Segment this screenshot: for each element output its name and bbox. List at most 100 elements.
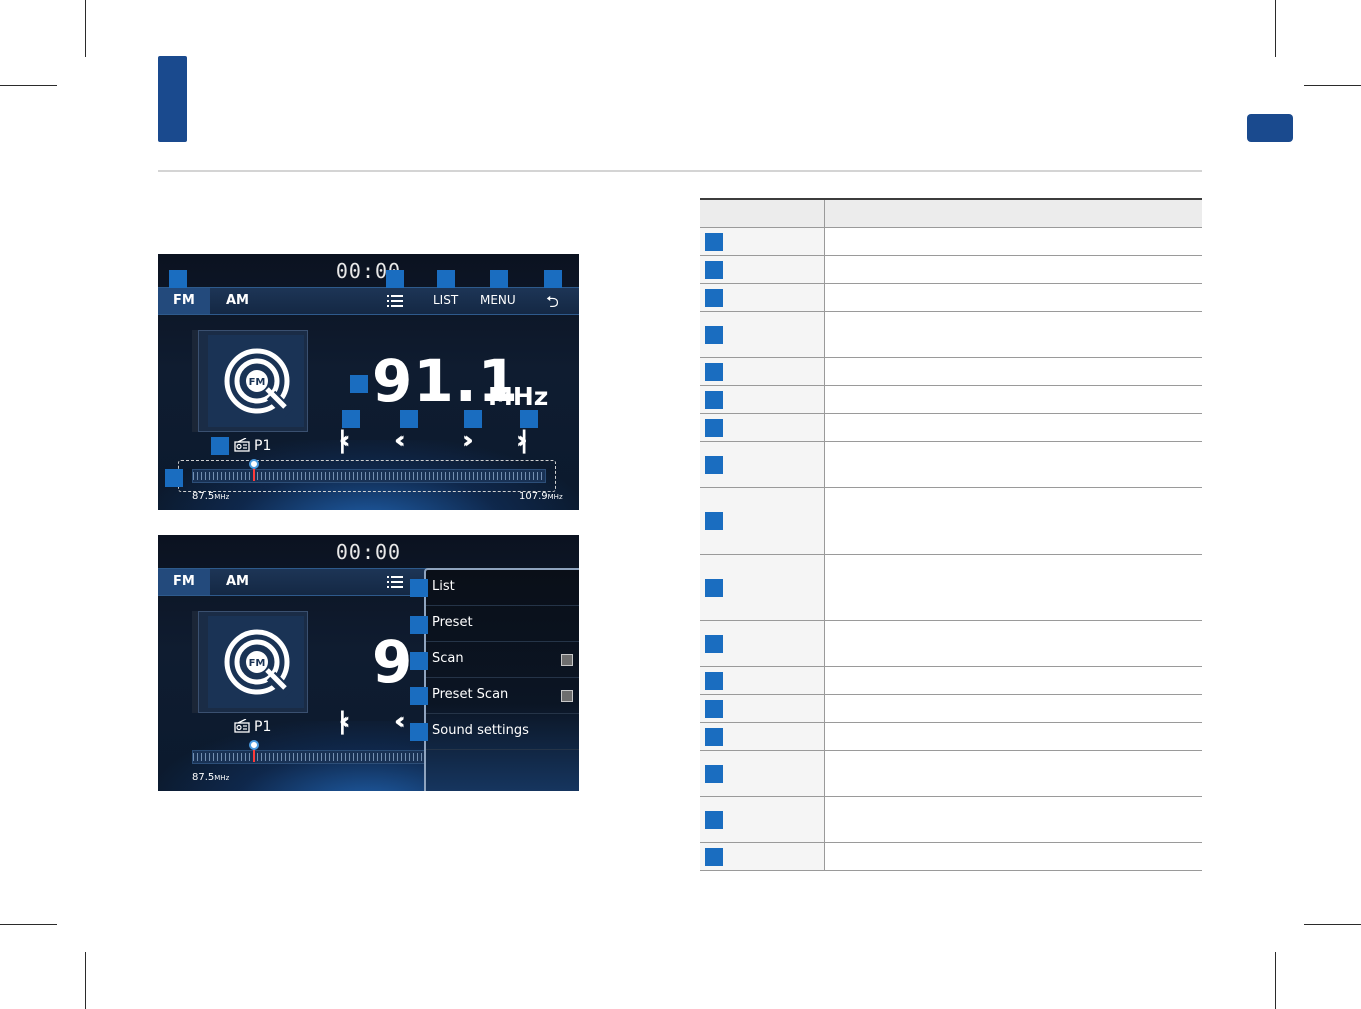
header-divider: [158, 170, 1202, 172]
fm-radio-icon: FM: [224, 629, 294, 698]
callout-marker: [705, 419, 723, 437]
callout-marker: [705, 811, 723, 829]
preset-label: P1: [254, 438, 272, 454]
fm-badge: FM: [249, 377, 266, 388]
callout-marker: [705, 261, 723, 279]
crop-mark: [1304, 924, 1361, 925]
table-row: [700, 621, 1202, 667]
menu-item-label: List: [432, 579, 455, 594]
menu-button[interactable]: MENU: [480, 293, 516, 307]
crop-mark: [0, 85, 57, 86]
callout-marker: [410, 616, 428, 634]
album-art: FM: [198, 611, 308, 713]
scan-checkbox[interactable]: [561, 654, 573, 666]
table-cell-description: [825, 442, 1202, 487]
tab-am[interactable]: AM: [226, 574, 249, 589]
tab-bar: FM AM LIST MENU ⮌: [158, 287, 579, 315]
crop-mark: [1275, 952, 1276, 1009]
skip-forward-icon[interactable]: ››|: [516, 426, 528, 454]
crop-mark: [1275, 0, 1276, 57]
table-cell-description: [825, 723, 1202, 750]
menu-item-preset-scan[interactable]: Preset Scan: [426, 678, 579, 714]
callout-marker: [464, 410, 482, 428]
radio-screen-menu: 00:00 FM AM FM P1 9 |‹‹ ‹‹ 87.5MHz List …: [158, 535, 579, 791]
clock: 00:00: [335, 540, 402, 564]
menu-item-scan[interactable]: Scan: [426, 642, 579, 678]
back-icon[interactable]: ⮌: [546, 291, 559, 318]
menu-item-label: Preset Scan: [432, 687, 509, 702]
list-icon[interactable]: [387, 575, 403, 589]
tuning-scale[interactable]: [192, 469, 546, 483]
section-marker: [158, 56, 187, 142]
menu-item-sound-settings[interactable]: Sound settings: [426, 714, 579, 750]
table-cell-description: [825, 621, 1202, 666]
table-row: [700, 695, 1202, 723]
table-row: [700, 256, 1202, 284]
callout-marker: [520, 410, 538, 428]
callout-marker: [705, 233, 723, 251]
preset-label: P1: [254, 719, 272, 735]
skip-back-icon[interactable]: |‹‹: [338, 426, 350, 454]
callout-marker: [165, 469, 183, 487]
table-row: [700, 843, 1202, 871]
table-header-divider: [824, 200, 825, 227]
seek-forward-icon[interactable]: ››: [462, 426, 473, 454]
callout-marker: [705, 700, 723, 718]
table-cell-description: [825, 797, 1202, 842]
fm-badge: FM: [249, 658, 266, 669]
menu-item-list[interactable]: List: [426, 570, 579, 606]
callout-marker: [350, 375, 368, 393]
list-button[interactable]: LIST: [433, 293, 458, 307]
callout-marker: [705, 765, 723, 783]
scale-ticks: [193, 472, 545, 480]
table-cell-description: [825, 667, 1202, 694]
tab-fm[interactable]: FM: [173, 293, 195, 308]
fm-radio-icon: FM: [224, 348, 294, 417]
callout-marker: [705, 289, 723, 307]
table-row: [700, 667, 1202, 695]
menu-item-preset[interactable]: Preset: [426, 606, 579, 642]
callout-marker: [705, 635, 723, 653]
callout-marker: [705, 326, 723, 344]
table-row: [700, 284, 1202, 312]
table-cell-description: [825, 312, 1202, 357]
table-header: [700, 200, 1202, 228]
table-cell-description: [825, 358, 1202, 385]
callout-marker: [410, 652, 428, 670]
callout-marker: [705, 672, 723, 690]
menu-item-label: Sound settings: [432, 723, 529, 738]
scale-min-label: 87.5MHz: [192, 491, 230, 502]
album-art: FM: [198, 330, 308, 432]
callout-marker: [705, 363, 723, 381]
callout-marker: [410, 723, 428, 741]
callout-marker: [400, 410, 418, 428]
table-row: [700, 386, 1202, 414]
frequency-display: 9: [372, 628, 414, 696]
table-row: [700, 723, 1202, 751]
table-cell-description: [825, 414, 1202, 441]
seek-back-icon[interactable]: ‹‹: [394, 707, 405, 735]
callout-marker: [342, 410, 360, 428]
table-row: [700, 442, 1202, 488]
seek-back-icon[interactable]: ‹‹: [394, 426, 405, 454]
table-row: [700, 751, 1202, 797]
table-row: [700, 312, 1202, 358]
table-row: [700, 228, 1202, 256]
frequency-unit: MHz: [488, 382, 549, 411]
callout-marker: [410, 687, 428, 705]
table-cell-description: [825, 555, 1202, 620]
skip-back-icon[interactable]: |‹‹: [338, 707, 350, 735]
tab-am[interactable]: AM: [226, 293, 249, 308]
list-icon[interactable]: [387, 294, 403, 308]
tab-fm[interactable]: FM: [173, 574, 195, 589]
reference-table: [700, 198, 1202, 874]
chapter-tab: [1247, 114, 1293, 142]
callout-marker: [211, 437, 229, 455]
table-cell-description: [825, 843, 1202, 870]
table-cell-description: [825, 751, 1202, 796]
preset-scan-checkbox[interactable]: [561, 690, 573, 702]
scale-max-label: 107.9MHz: [519, 491, 563, 502]
crop-mark: [85, 952, 86, 1009]
callout-marker: [705, 512, 723, 530]
table-row: [700, 797, 1202, 843]
